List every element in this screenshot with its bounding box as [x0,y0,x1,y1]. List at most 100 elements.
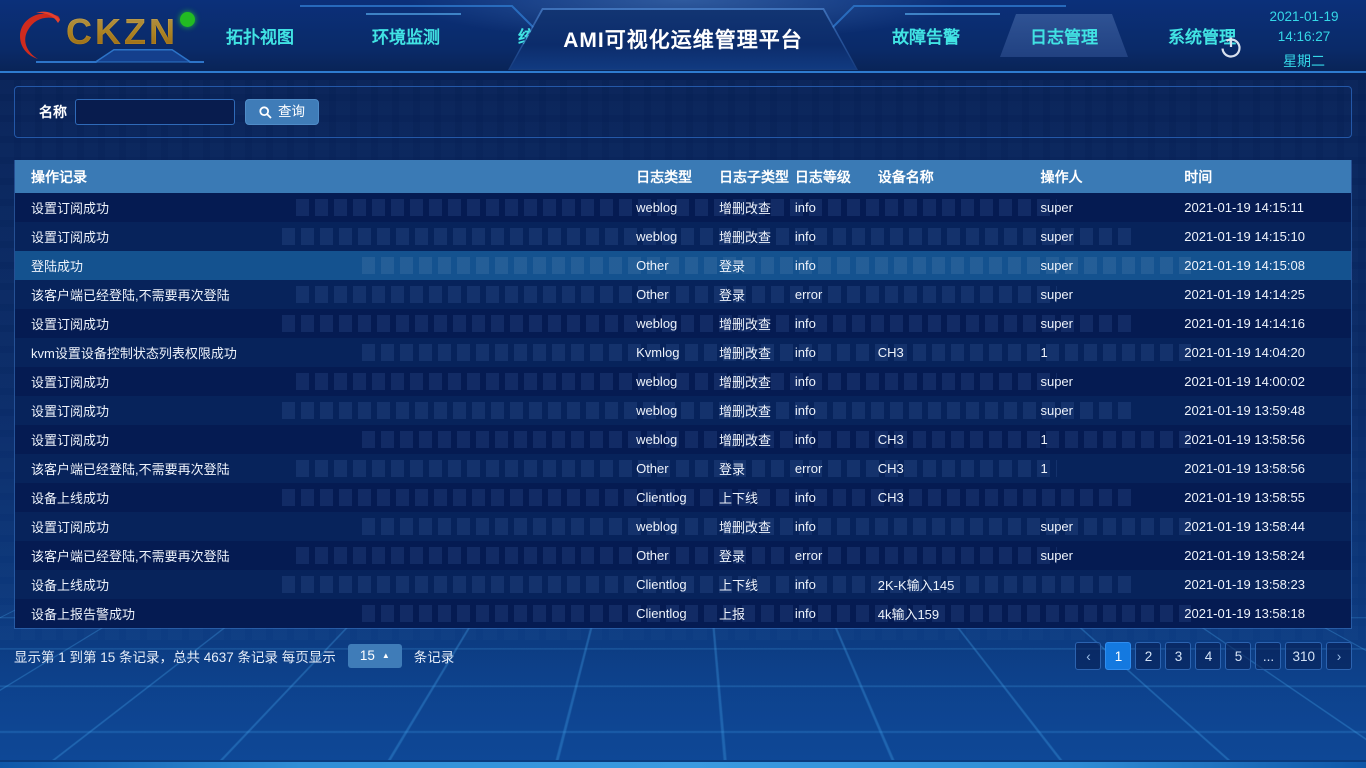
table-cell: 2021-01-19 14:14:16 [1184,316,1351,331]
table-row[interactable]: 设置订阅成功weblog增删改查infosuper2021-01-19 14:1… [15,309,1351,338]
table-cell: 2021-01-19 13:58:56 [1184,432,1351,447]
table-cell: 该客户端已经登陆,不需要再次登陆 [15,459,636,478]
table-cell: 2021-01-19 14:04:20 [1184,345,1351,360]
log-table: 操作记录日志类型日志子类型日志等级设备名称操作人时间 设置订阅成功weblog增… [14,160,1352,629]
table-row[interactable]: 设置订阅成功weblog增删改查infosuper2021-01-19 14:1… [15,222,1351,251]
table-cell: super [1040,374,1184,389]
page-button-prev[interactable]: ‹ [1075,642,1101,670]
nav-item-alarms[interactable]: 故障告警 [878,14,974,57]
page-button-page-5[interactable]: 5 [1225,642,1251,670]
table-cell: info [795,345,878,360]
table-row[interactable]: 该客户端已经登陆,不需要再次登陆Other登录errorsuper2021-01… [15,280,1351,309]
page-button-page-4[interactable]: 4 [1195,642,1221,670]
page-button-page-1[interactable]: 1 [1105,642,1131,670]
page-button-page-310[interactable]: 310 [1285,642,1322,670]
table-cell: weblog [636,432,719,447]
table-cell: kvm设置设备控制状态列表权限成功 [15,343,636,362]
nav-item-logs[interactable]: 日志管理 [1000,14,1128,57]
title-panel: AMI可视化运维管理平台 [508,8,858,70]
column-header-6: 时间 [1184,167,1351,187]
table-cell: 设置订阅成功 [15,430,636,449]
page-size-dropdown[interactable]: 15 ▲ [348,644,402,668]
page-button-page-2[interactable]: 2 [1135,642,1161,670]
table-cell: super [1040,287,1184,302]
table-row[interactable]: kvm设置设备控制状态列表权限成功Kvmlog增删改查infoCH312021-… [15,338,1351,367]
table-cell: 2021-01-19 14:14:25 [1184,287,1351,302]
table-cell: 设备上线成功 [15,575,636,594]
table-row[interactable]: 设备上线成功Clientlog上下线infoCH32021-01-19 13:5… [15,483,1351,512]
search-input[interactable] [75,99,235,125]
power-icon [1218,34,1244,60]
table-cell: 2K-K输入145 [878,575,1041,594]
date-text: 2021-01-19 [1246,7,1362,27]
page-size-value: 15 [360,649,375,663]
table-row[interactable]: 设置订阅成功weblog增删改查infoCH312021-01-19 13:58… [15,425,1351,454]
time-text: 14:16:27 [1246,27,1362,47]
table-cell: CH3 [878,461,1041,476]
table-cell: 增删改查 [719,517,795,536]
table-cell: 登录 [719,546,795,565]
table-row[interactable]: 设置订阅成功weblog增删改查infosuper2021-01-19 13:5… [15,512,1351,541]
pagination: ‹12345...310› [1075,642,1352,670]
table-cell: Other [636,287,719,302]
table-cell: 上下线 [719,488,795,507]
page-button-next[interactable]: › [1326,642,1352,670]
table-row[interactable]: 设备上线成功Clientlog上下线info2K-K输入1452021-01-1… [15,570,1351,599]
table-cell: 增删改查 [719,314,795,333]
table-cell: Other [636,258,719,273]
table-row[interactable]: 登陆成功Other登录infosuper2021-01-19 14:15:08 [15,251,1351,280]
table-cell: 4k输入159 [878,604,1041,623]
page-button-page-3[interactable]: 3 [1165,642,1191,670]
logo-green-dot-icon [180,12,195,27]
table-cell: weblog [636,403,719,418]
table-cell: 该客户端已经登陆,不需要再次登陆 [15,285,636,304]
table-cell: 登录 [719,459,795,478]
table-cell: 增删改查 [719,343,795,362]
table-cell: 1 [1040,432,1184,447]
weekday-text: 星期二 [1246,51,1362,71]
table-cell: info [795,519,878,534]
table-cell: info [795,606,878,621]
table-cell: error [795,548,878,563]
table-cell: 2021-01-19 14:15:08 [1184,258,1351,273]
table-row[interactable]: 设置订阅成功weblog增删改查infosuper2021-01-19 14:1… [15,193,1351,222]
table-cell: Clientlog [636,577,719,592]
table-row[interactable]: 设备上报告警成功Clientlog上报info4k输入1592021-01-19… [15,599,1351,628]
records-summary: 显示第 1 到第 15 条记录，总共 4637 条记录 每页显示 15 ▲ 条记… [14,644,454,668]
page-button-ellipsis[interactable]: ... [1255,642,1281,670]
table-cell: info [795,374,878,389]
table-cell: Kvmlog [636,345,719,360]
nav-item-environment[interactable]: 环境监测 [358,14,454,57]
table-row[interactable]: 设置订阅成功weblog增删改查infosuper2021-01-19 13:5… [15,396,1351,425]
query-button[interactable]: 查询 [245,99,319,125]
bottom-accent-bar [0,762,1366,768]
column-header-3: 日志等级 [795,167,878,187]
table-cell: 该客户端已经登陆,不需要再次登陆 [15,546,636,565]
logo-text: CKZN [66,6,178,58]
table-cell: info [795,229,878,244]
table-cell: 2021-01-19 13:58:55 [1184,490,1351,505]
table-cell: 2021-01-19 13:58:24 [1184,548,1351,563]
table-cell: info [795,577,878,592]
table-footer: 显示第 1 到第 15 条记录，总共 4637 条记录 每页显示 15 ▲ 条记… [14,638,1352,674]
table-cell: 增删改查 [719,401,795,420]
column-header-1: 日志类型 [636,167,719,187]
nav-right: 故障告警日志管理系统管理 [878,0,1250,71]
title-panel-inner: AMI可视化运维管理平台 [509,9,857,69]
column-header-0: 操作记录 [15,167,636,187]
table-row[interactable]: 该客户端已经登陆,不需要再次登陆Other登录errorsuper2021-01… [15,541,1351,570]
table-row[interactable]: 设置订阅成功weblog增删改查infosuper2021-01-19 14:0… [15,367,1351,396]
table-cell: super [1040,316,1184,331]
table-cell: weblog [636,519,719,534]
table-cell: 设备上线成功 [15,488,636,507]
logo-swoosh-icon [14,8,72,62]
table-cell: super [1040,258,1184,273]
table-cell: weblog [636,229,719,244]
table-cell: info [795,200,878,215]
table-cell: Other [636,548,719,563]
power-button[interactable] [1218,34,1244,60]
nav-item-topology[interactable]: 拓扑视图 [212,14,308,57]
table-row[interactable]: 该客户端已经登陆,不需要再次登陆Other登录errorCH312021-01-… [15,454,1351,483]
table-cell: Other [636,461,719,476]
table-cell: Clientlog [636,606,719,621]
